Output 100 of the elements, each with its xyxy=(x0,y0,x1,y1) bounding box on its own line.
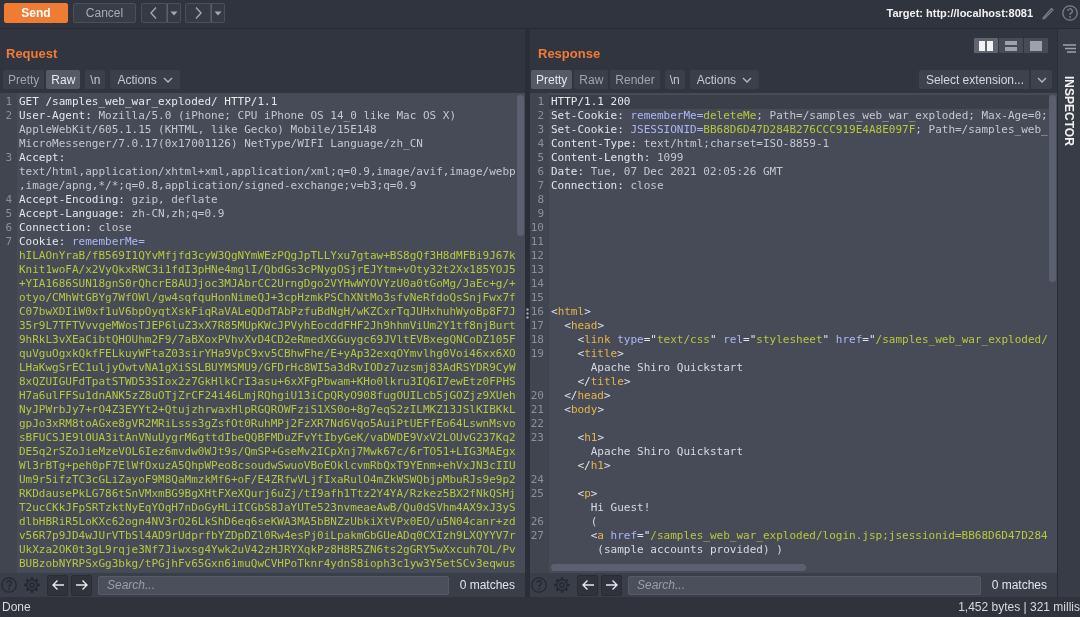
help-icon[interactable] xyxy=(1062,5,1078,21)
layout-button[interactable] xyxy=(999,38,1023,53)
actions-button[interactable]: Actions xyxy=(689,70,760,89)
layout-button[interactable] xyxy=(974,38,998,53)
layout-button[interactable] xyxy=(1024,38,1048,53)
code-line: Hi Guest! xyxy=(589,501,651,514)
line-number: 14 xyxy=(530,277,544,290)
view-tab[interactable]: Pretty xyxy=(531,70,573,89)
line-number: 2 xyxy=(537,109,544,122)
code-line: <body> xyxy=(563,403,604,416)
line-number: 7 xyxy=(537,179,544,192)
previous-match-button[interactable] xyxy=(47,574,68,596)
code-line: RKDdausePkLG786tSnVMxmBG9BgXHtFXeXQurj6uZj/tI9afh1Ttz2Y4YA/Rzkez5BX2fNkQSHj xyxy=(19,487,516,500)
view-tab[interactable]: Pretty xyxy=(3,70,45,89)
view-tab[interactable]: Raw xyxy=(574,70,609,89)
target-label: Target: http://localhost:8081 xyxy=(886,7,1033,19)
code-line: MicroMessenger/7.0.17(0x17001126) NetType/WIFI Language/zh_CN xyxy=(19,137,423,150)
newline-toggle[interactable]: \n xyxy=(85,70,106,89)
code-line: C07bwXDIiW0xf1uV6bpOyqtXskFiqRaVALeQDdTAbPzfuBdNgH/wKZCxrTqJUHxhuhWyoBp8F7J xyxy=(19,305,516,318)
next-match-button[interactable] xyxy=(71,574,92,596)
code-line: Set-Cookie: rememberMe=deleteMe; Path=/samples_web_war_exploded; Max-Age=0; xyxy=(551,109,1048,122)
line-number: 21 xyxy=(530,403,544,416)
code-line: <html> xyxy=(551,305,591,318)
line-number: 19 xyxy=(530,347,544,360)
extension-dropdown[interactable]: Select extension... xyxy=(918,70,1052,89)
code-line: Content-Type: text/html;charset=ISO-8859-1 xyxy=(551,137,830,150)
code-line: <h1> xyxy=(576,431,604,444)
code-line: 35r9L7TFTVvvgeMWosTJEP6luZ3xX7R85MUpKWcJPVyhEocddFHF2Jh9hhmViUm2Y1tf8njBurt xyxy=(19,319,516,332)
code-line: H7a6ulFFSu1dnANK5zZ8uOTjZrCF24i46LmjRQhgiU13iCpQRyO908fugOUILcb5jGOZjz9XUeh xyxy=(19,389,516,402)
code-line: <title> xyxy=(576,347,624,360)
code-line: Accept-Language: zh-CN,zh;q=0.9 xyxy=(19,207,225,220)
two-columns-icon xyxy=(979,40,993,51)
line-number: 22 xyxy=(530,417,544,430)
scrollbar-thumb[interactable] xyxy=(1049,95,1056,282)
code-line: Connection: close xyxy=(19,221,132,234)
pencil-icon[interactable] xyxy=(1041,6,1055,20)
forward-button[interactable] xyxy=(185,3,211,23)
code-line: T2ucCKkJFpSRTzktNyEqYOqH7nDoGyHLiICGbS8JaYUTe523nvmeaeAwB/Qu0dSVhm4AX9xJ3yS xyxy=(19,501,516,514)
search-field[interactable]: Search... xyxy=(628,575,981,595)
caret-down-icon xyxy=(1036,76,1047,83)
line-number: 2 xyxy=(5,109,12,122)
next-match-button[interactable] xyxy=(601,574,622,596)
scrollbar-thumb[interactable] xyxy=(517,95,524,236)
line-number: 3 xyxy=(5,151,12,164)
history-dropdown-button[interactable] xyxy=(211,3,225,23)
history-dropdown-button[interactable] xyxy=(167,3,181,23)
line-number: 20 xyxy=(530,389,544,402)
code-line: GET /samples_web_war_exploded/ HTTP/1.1 xyxy=(19,95,278,108)
code-line: <link type="text/css" rel="stylesheet" href="/samples_web_war_exploded/ xyxy=(576,333,1048,346)
lines-icon[interactable] xyxy=(1062,44,1076,53)
chevron-down-icon xyxy=(162,76,173,83)
cancel-button[interactable]: Cancel xyxy=(73,3,136,23)
code-line: NyJPWrbJy7+rO4Z3EYYt2+QtujzhrwaxHlpRGQROWFziS1XS0o+8g7eqS2zILMKZ13JSlKIBKkL xyxy=(19,403,516,416)
line-number: 5 xyxy=(537,151,544,164)
drag-handle-icon[interactable] xyxy=(526,307,529,319)
single-panel-icon xyxy=(1030,40,1042,51)
newline-toggle[interactable]: \n xyxy=(664,70,685,89)
code-line: Um9r5ifzTC3cGLiZayoF9M8QaMmzkMf6+oF/E4ZRfwVLjfIxaRulO4mZkWSWQbjpMbuRJs9e9p2 xyxy=(19,473,516,486)
code-line: Content-Length: 1099 xyxy=(551,151,684,164)
code-line: <head> xyxy=(563,319,604,332)
match-count: 0 matches xyxy=(991,578,1047,592)
search-field[interactable]: Search... xyxy=(98,575,449,595)
previous-match-button[interactable] xyxy=(577,574,598,596)
line-number: 26 xyxy=(530,515,544,528)
match-count: 0 matches xyxy=(459,578,515,592)
line-number: 23 xyxy=(530,431,544,444)
line-number: 5 xyxy=(5,207,12,220)
code-line: <p> xyxy=(576,487,598,500)
code-line: </h1> xyxy=(576,459,611,472)
line-number: 3 xyxy=(537,123,544,136)
arrow-left-icon xyxy=(50,579,65,591)
arrow-left-icon xyxy=(580,579,595,591)
code-line: DE5q2rSZoJieMzeVOL6Iez6mvdw0WJt9s/QmSP+GseMv2ICpXnj7Mwk67c/6rTO51+LIG3MAEgx xyxy=(19,445,516,458)
scrollbar-thumb[interactable] xyxy=(551,564,806,571)
line-number: 17 xyxy=(530,319,544,332)
line-number: 27 xyxy=(530,529,544,542)
code-line: ( xyxy=(589,515,598,528)
line-number: 8 xyxy=(537,193,544,206)
code-line: Wl3rBTg+peh0pF7ElWfOxuzA5QhpWPeo8csoudwSwuoVBoEOklcvmRbQxT9YEnm+ehVxJN3cIIU xyxy=(19,459,516,472)
code-line: 9hRkL3vXEaCibtQHOUhm2F9/7aBXoxPVhvXvD4CD2eRmedXGGuygc69JVltEVBxegQNCoDZ105F xyxy=(19,333,516,346)
back-button[interactable] xyxy=(141,3,167,23)
code-line: Accept: xyxy=(19,151,66,164)
code-line: Set-Cookie: JSESSIONID=BB68D6D47D284B276CCC919E4A8E097F; Path=/samples_web_ xyxy=(551,123,1048,136)
line-number: 10 xyxy=(530,221,544,234)
view-tab[interactable]: Render xyxy=(610,70,660,89)
actions-button[interactable]: Actions xyxy=(110,70,180,89)
line-number: 7 xyxy=(5,235,12,248)
line-number: 15 xyxy=(530,291,544,304)
code-line: User-Agent: Mozilla/5.0 (iPhone; CPU iPhone OS 14_0 like Mac OS X) xyxy=(19,109,457,122)
code-line: <a href="/samples_web_war_exploded/login.jsp;jsessionid=BB68D6D47D284 xyxy=(589,529,1048,542)
inspector-tab[interactable]: INSPECTOR xyxy=(1062,76,1076,146)
code-line: (sample accounts provided) ) xyxy=(596,543,783,556)
view-tab[interactable]: Raw xyxy=(46,70,81,89)
line-number: 13 xyxy=(530,263,544,276)
code-line: hILAOnYraB/fB569I1QYvMfjfd3cyW3QgNYmWEzPQgJpTLLYxu7gtaw+BS8gQf3H8dMFBi9J67k xyxy=(19,249,516,262)
arrow-right-icon xyxy=(604,579,619,591)
line-number: 4 xyxy=(537,137,544,150)
arrow-right-icon xyxy=(74,579,89,591)
line-number: 9 xyxy=(537,207,544,220)
code-line: </head> xyxy=(563,389,611,402)
